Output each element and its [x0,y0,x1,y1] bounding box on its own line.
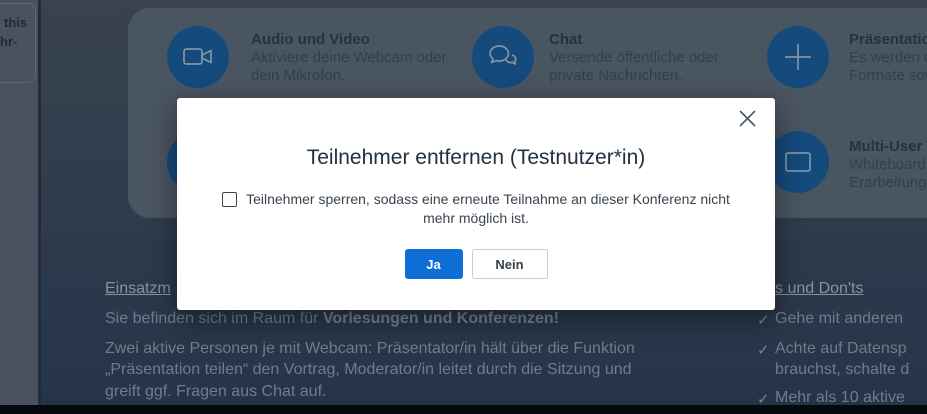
room-intro-line: Sie befinden sich im Raum für Vorlesunge… [105,310,559,328]
feature-line: Whiteboard zur ge [849,156,927,174]
feature-line: dein Mikrofon. [251,67,447,85]
feature-line: Erarbeitung von In [849,174,927,192]
block-rejoin-checkbox[interactable] [222,192,237,207]
feature-line: Versende öffentliche oder [549,49,719,67]
feature-title: Präsentationen t [849,31,927,49]
feature-whiteboard: Multi-User White Whiteboard zur ge Erarb… [849,138,927,192]
chat-message-text: this [4,15,27,30]
feature-presentations: Präsentationen t Es werden die gän Forma… [849,31,927,85]
dos-item: Gehe mit anderen [775,310,903,328]
feature-title: Multi-User White [849,138,927,156]
check-icon: ✓ [757,341,770,359]
dos-item-wrap: brauchst, schalte d [775,361,909,379]
bottom-black-bar [0,405,927,414]
feature-line: Es werden die gän [849,49,927,67]
paragraph-line: „Präsentation teilen“ den Vortrag, Moder… [105,361,632,379]
feature-title: Chat [549,31,719,49]
chat-panel: this hr- [0,0,38,405]
feature-chat: Chat Versende öffentliche oder private N… [549,31,719,85]
room-intro-normal: Sie befinden sich im Raum für [105,310,323,327]
chat-bubbles-icon [472,26,534,88]
modal-buttons: Ja Nein [177,249,775,279]
checkbox-label-line1: Teilnehmer sperren, sodass eine erneute … [246,191,730,207]
paragraph-line: greift ggf. Fragen aus Chat auf. [105,383,326,401]
heading-einsatz: Einsatzm [105,280,171,298]
confirm-yes-button[interactable]: Ja [405,249,463,279]
close-icon[interactable] [738,109,757,128]
dos-item: Achte auf Datensp [775,340,907,358]
feature-line: Formate sowie PD [849,67,927,85]
feature-line: Aktiviere deine Webcam oder [251,49,447,67]
paragraph-line: Zwei aktive Personen je mit Webcam: Präs… [105,340,635,358]
feature-line: private Nachrichten. [549,67,719,85]
feature-title: Audio und Video [251,31,447,49]
whiteboard-icon [767,131,829,193]
webcam-icon [167,26,229,88]
cancel-no-button[interactable]: Nein [472,249,548,279]
feature-audio-video: Audio und Video Aktiviere deine Webcam o… [251,31,447,85]
room-intro-bold: Vorlesungen und Konferenzen! [323,310,559,327]
heading-dos-donts: s und Don'ts [775,280,863,298]
chat-message-text: hr- [0,34,17,49]
remove-user-modal: Teilnehmer entfernen (Testnutzer*in) Tei… [177,98,775,310]
modal-title: Teilnehmer entfernen (Testnutzer*in) [177,146,775,170]
block-rejoin-row: Teilnehmer sperren, sodass eine erneute … [177,191,775,207]
checkbox-label-line2: mehr möglich ist. [177,210,775,226]
plus-icon [767,26,829,88]
check-icon: ✓ [757,311,770,329]
